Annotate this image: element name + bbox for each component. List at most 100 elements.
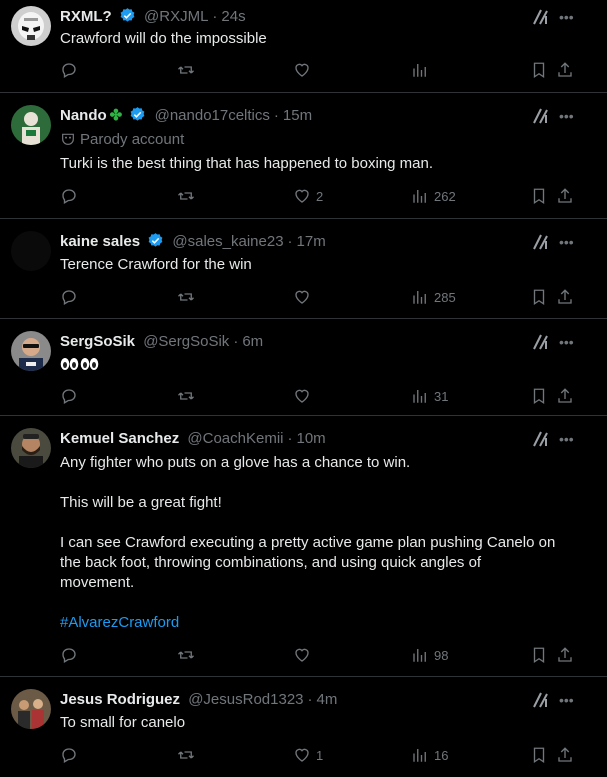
user-handle[interactable]: @nando17celtics bbox=[155, 107, 270, 124]
tweet[interactable]: RXML? @RXJML · 24s Crawford will do the im… bbox=[0, 0, 607, 93]
tweet-line: the back foot, throwing combinations, an… bbox=[60, 554, 482, 571]
bookmark-icon bbox=[533, 62, 545, 79]
hashtag-link[interactable]: #AlvarezCrawford bbox=[60, 613, 580, 633]
reply-button[interactable] bbox=[60, 745, 83, 765]
display-name[interactable]: kaine sales bbox=[60, 233, 140, 250]
reply-button[interactable] bbox=[60, 186, 83, 206]
share-button[interactable] bbox=[556, 287, 574, 307]
retweet-button[interactable] bbox=[177, 287, 200, 307]
bookmark-button[interactable] bbox=[530, 186, 548, 206]
user-handle[interactable]: @SergSoSik bbox=[143, 333, 229, 350]
share-button[interactable] bbox=[556, 745, 574, 765]
share-button[interactable] bbox=[556, 645, 574, 665]
like-button[interactable] bbox=[293, 287, 316, 307]
bookmark-button[interactable] bbox=[530, 287, 548, 307]
reply-icon bbox=[62, 648, 76, 663]
retweet-button[interactable] bbox=[177, 386, 200, 406]
retweet-icon bbox=[178, 751, 194, 759]
timestamp[interactable]: 15m bbox=[283, 107, 312, 124]
reply-button[interactable] bbox=[60, 60, 83, 80]
views-button[interactable]: 262 bbox=[411, 186, 456, 206]
display-name[interactable]: Jesus Rodriguez bbox=[60, 691, 180, 708]
bookmark-button[interactable] bbox=[530, 645, 548, 665]
bearded-man-avatar[interactable] bbox=[11, 428, 51, 468]
more-options-icon[interactable]: ••• bbox=[559, 8, 579, 26]
reply-button[interactable] bbox=[60, 386, 83, 406]
bookmark-icon bbox=[533, 388, 545, 405]
views-count: 31 bbox=[434, 388, 449, 404]
like-button[interactable]: 2 bbox=[293, 186, 323, 206]
like-button[interactable] bbox=[293, 60, 316, 80]
reply-icon bbox=[62, 189, 76, 204]
tweet[interactable]: Kemuel Sanchez @CoachKemii · 10m Any fight… bbox=[0, 416, 607, 677]
bookmark-button[interactable] bbox=[530, 745, 548, 765]
reply-icon bbox=[62, 389, 76, 404]
views-button[interactable]: 16 bbox=[411, 745, 448, 765]
share-icon bbox=[558, 647, 572, 662]
more-options-icon[interactable]: ••• bbox=[559, 333, 579, 351]
tweet[interactable]: kaine sales @sales_kaine23 · 17m Terence C… bbox=[0, 219, 607, 319]
retweet-button[interactable] bbox=[177, 645, 200, 665]
tweet[interactable]: SergSoSik @SergSoSik · 6m ••• 31 bbox=[0, 319, 607, 416]
tweet[interactable]: Jesus Rodriguez @JesusRod1323 · 4m To smal… bbox=[0, 677, 607, 777]
more-options-icon[interactable]: ••• bbox=[559, 233, 579, 251]
man-sunglasses-avatar[interactable] bbox=[11, 331, 51, 371]
bookmark-button[interactable] bbox=[530, 60, 548, 80]
grok-icon[interactable] bbox=[532, 8, 550, 26]
user-handle[interactable]: @JesusRod1323 bbox=[188, 691, 303, 708]
timestamp[interactable]: 6m bbox=[242, 333, 263, 350]
like-button[interactable] bbox=[293, 386, 316, 406]
views-button[interactable] bbox=[411, 60, 434, 80]
display-name[interactable]: Nando bbox=[60, 107, 107, 124]
separator-dot: · bbox=[273, 107, 279, 124]
grok-icon[interactable] bbox=[532, 691, 550, 709]
tweet-line: movement. bbox=[60, 574, 135, 591]
display-name[interactable]: Kemuel Sanchez bbox=[60, 430, 179, 447]
like-button[interactable]: 1 bbox=[293, 745, 323, 765]
bookmark-button[interactable] bbox=[530, 386, 548, 406]
reply-button[interactable] bbox=[60, 287, 83, 307]
share-button[interactable] bbox=[556, 386, 574, 406]
heart-icon bbox=[295, 290, 309, 304]
separator-dot: · bbox=[287, 430, 293, 447]
share-button[interactable] bbox=[556, 186, 574, 206]
views-icon bbox=[413, 190, 426, 203]
tweet-text bbox=[60, 355, 580, 375]
display-name[interactable]: SergSoSik bbox=[60, 333, 135, 350]
views-button[interactable]: 285 bbox=[411, 287, 456, 307]
user-handle[interactable]: @RXJML bbox=[144, 8, 208, 25]
retweet-button[interactable] bbox=[177, 745, 200, 765]
tweet[interactable]: Nando ✤ @nando17celtics · 15m Parody accoun… bbox=[0, 93, 607, 219]
timestamp[interactable]: 10m bbox=[296, 430, 325, 447]
more-options-icon[interactable]: ••• bbox=[559, 107, 579, 125]
reply-button[interactable] bbox=[60, 645, 83, 665]
heart-icon bbox=[295, 63, 309, 77]
reply-icon bbox=[62, 748, 76, 763]
separator-dot: · bbox=[287, 233, 293, 250]
like-button[interactable] bbox=[293, 645, 316, 665]
celtics-player-avatar[interactable] bbox=[11, 105, 51, 145]
share-button[interactable] bbox=[556, 60, 574, 80]
grok-icon[interactable] bbox=[532, 430, 550, 448]
more-options-icon[interactable]: ••• bbox=[559, 691, 579, 709]
timestamp[interactable]: 17m bbox=[297, 233, 326, 250]
user-handle[interactable]: @CoachKemii bbox=[187, 430, 283, 447]
tweet-text: To small for canelo bbox=[60, 713, 580, 733]
views-button[interactable]: 98 bbox=[411, 645, 448, 665]
retweet-button[interactable] bbox=[177, 60, 200, 80]
views-count: 98 bbox=[434, 647, 449, 663]
grok-icon[interactable] bbox=[532, 333, 550, 351]
views-button[interactable]: 31 bbox=[411, 386, 448, 406]
display-name[interactable]: RXML? bbox=[60, 8, 112, 25]
group-photo-avatar[interactable] bbox=[11, 689, 51, 729]
grok-icon[interactable] bbox=[532, 107, 550, 125]
stormtrooper-avatar[interactable] bbox=[11, 6, 51, 46]
more-options-icon[interactable]: ••• bbox=[559, 430, 579, 448]
blank-avatar[interactable] bbox=[11, 231, 51, 271]
timestamp[interactable]: 24s bbox=[221, 8, 245, 25]
tweet-text: Any fighter who puts on a glove has a ch… bbox=[60, 453, 580, 633]
grok-icon[interactable] bbox=[532, 233, 550, 251]
retweet-button[interactable] bbox=[177, 186, 200, 206]
timestamp[interactable]: 4m bbox=[317, 691, 338, 708]
user-handle[interactable]: @sales_kaine23 bbox=[172, 233, 283, 250]
